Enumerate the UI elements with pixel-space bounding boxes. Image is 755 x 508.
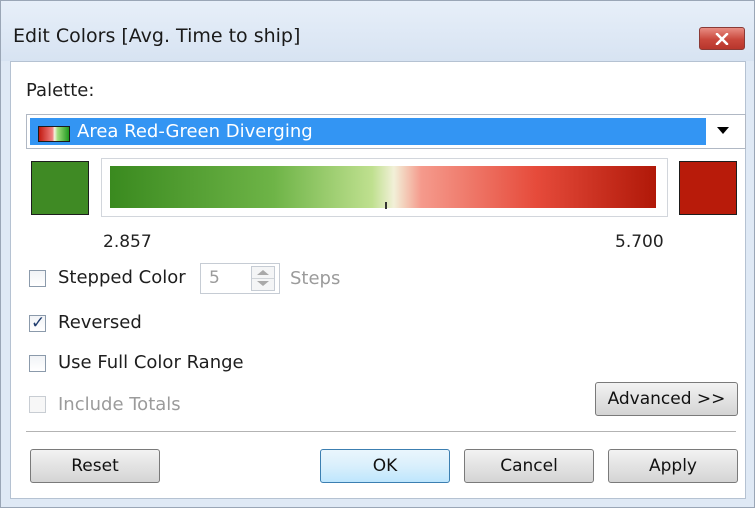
close-button[interactable]: [699, 27, 745, 50]
advanced-button[interactable]: Advanced >>: [595, 382, 738, 416]
arrow-down-icon[interactable]: [257, 281, 269, 286]
steps-unit-label: Steps: [290, 268, 341, 289]
stepped-color-label: Stepped Color: [58, 267, 186, 288]
color-ramp-gradient: [110, 166, 656, 208]
range-max-value: 5.700: [615, 232, 664, 252]
color-ramp-center-tick: [385, 202, 387, 209]
start-color-swatch[interactable]: [31, 161, 89, 215]
footer-divider: [26, 431, 736, 432]
title-bar: Edit Colors [Avg. Time to ship]: [1, 1, 754, 61]
apply-button[interactable]: Apply: [608, 449, 738, 483]
ok-button[interactable]: OK: [320, 449, 450, 483]
stepped-color-checkbox[interactable]: [29, 270, 46, 287]
include-totals-label: Include Totals: [58, 394, 181, 415]
steps-stepper[interactable]: 5: [200, 263, 280, 294]
palette-label: Palette:: [26, 80, 95, 101]
stepper-divider: [252, 278, 274, 279]
close-icon: [715, 32, 729, 45]
palette-swatch-icon: [38, 126, 70, 142]
reversed-label: Reversed: [58, 312, 142, 333]
end-color-swatch[interactable]: [679, 161, 737, 215]
arrow-up-icon[interactable]: [257, 270, 269, 275]
dialog-title: Edit Colors [Avg. Time to ship]: [13, 25, 301, 47]
use-full-range-checkbox[interactable]: [29, 355, 46, 372]
color-ramp-frame: [101, 158, 668, 217]
steps-value: 5: [209, 268, 220, 288]
cancel-button[interactable]: Cancel: [464, 449, 594, 483]
include-totals-checkbox: [29, 396, 46, 413]
chevron-down-icon[interactable]: [717, 127, 729, 134]
reset-button[interactable]: Reset: [30, 449, 160, 483]
edit-colors-dialog: Edit Colors [Avg. Time to ship] Palette:…: [0, 0, 755, 508]
palette-dropdown[interactable]: Area Red-Green Diverging: [26, 114, 746, 149]
palette-selection-highlight: Area Red-Green Diverging: [30, 118, 706, 145]
use-full-range-label: Use Full Color Range: [58, 352, 244, 373]
checkmark-icon: ✓: [31, 313, 46, 333]
dialog-body: Palette: Area Red-Green Diverging 2.857 …: [10, 61, 746, 499]
palette-selected-value: Area Red-Green Diverging: [77, 121, 313, 142]
range-min-value: 2.857: [103, 232, 152, 252]
stepper-buttons[interactable]: [251, 266, 275, 291]
reversed-checkbox[interactable]: ✓: [29, 313, 46, 333]
